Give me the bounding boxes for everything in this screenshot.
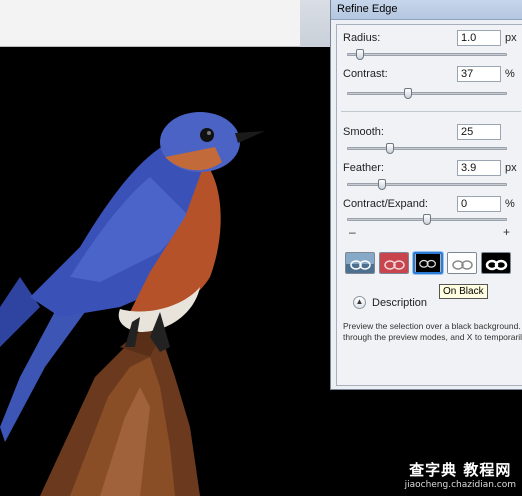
standard-preview-icon[interactable] xyxy=(345,252,375,274)
on-black-tooltip: On Black xyxy=(439,284,488,299)
description-line-1: Preview the selection over a black backg… xyxy=(343,321,522,331)
on-black-preview-icon[interactable] xyxy=(413,252,443,274)
contrast-slider[interactable] xyxy=(347,88,507,99)
contract-expand-label: Contract/Expand: xyxy=(343,198,428,210)
radius-input[interactable]: 1.0 xyxy=(457,30,501,46)
contract-expand-unit: % xyxy=(505,198,515,210)
contract-expand-slider[interactable] xyxy=(347,214,507,225)
radius-slider-thumb[interactable] xyxy=(356,49,364,60)
feather-slider-thumb[interactable] xyxy=(378,179,386,190)
contract-minus-label: – xyxy=(349,225,356,239)
description-label[interactable]: Description xyxy=(372,297,427,309)
site-watermark: 查字典 教程网 jiaocheng.chazidian.com xyxy=(405,459,516,490)
feather-label: Feather: xyxy=(343,162,384,174)
radius-unit: px xyxy=(505,32,517,44)
quick-mask-preview-icon[interactable] xyxy=(379,252,409,274)
smooth-slider-thumb[interactable] xyxy=(386,143,394,154)
canvas-background xyxy=(0,0,300,47)
feather-slider[interactable] xyxy=(347,179,507,190)
radius-label: Radius: xyxy=(343,32,381,44)
bird-photo xyxy=(0,47,330,496)
feather-unit: px xyxy=(505,162,517,174)
contract-expand-input[interactable]: 0 xyxy=(457,196,501,212)
description-line-2: through the preview modes, and X to temp… xyxy=(343,332,522,342)
section-divider xyxy=(341,111,521,112)
description-text: Preview the selection over a black backg… xyxy=(343,321,522,343)
radius-slider[interactable] xyxy=(347,49,507,60)
smooth-input[interactable]: 25 xyxy=(457,124,501,140)
on-white-preview-icon[interactable] xyxy=(447,252,477,274)
contrast-input[interactable]: 37 xyxy=(457,66,501,82)
watermark-title: 查字典 教程网 xyxy=(409,461,512,479)
dialog-content: Radius: 1.0 px Contrast: 37 % Smooth: 25… xyxy=(336,24,522,386)
description-collapse-icon[interactable]: ▲ xyxy=(353,296,366,309)
dialog-title[interactable]: Refine Edge xyxy=(331,0,522,20)
contrast-unit: % xyxy=(505,68,515,80)
refine-edge-dialog: Refine Edge Radius: 1.0 px Contrast: 37 … xyxy=(330,0,522,390)
contract-expand-slider-thumb[interactable] xyxy=(423,214,431,225)
expand-plus-label: + xyxy=(503,225,511,239)
smooth-label: Smooth: xyxy=(343,126,384,138)
mask-preview-icon[interactable] xyxy=(481,252,511,274)
smooth-slider[interactable] xyxy=(347,143,507,154)
feather-input[interactable]: 3.9 xyxy=(457,160,501,176)
watermark-url: jiaocheng.chazidian.com xyxy=(404,480,516,490)
contrast-slider-thumb[interactable] xyxy=(404,88,412,99)
contrast-label: Contrast: xyxy=(343,68,388,80)
